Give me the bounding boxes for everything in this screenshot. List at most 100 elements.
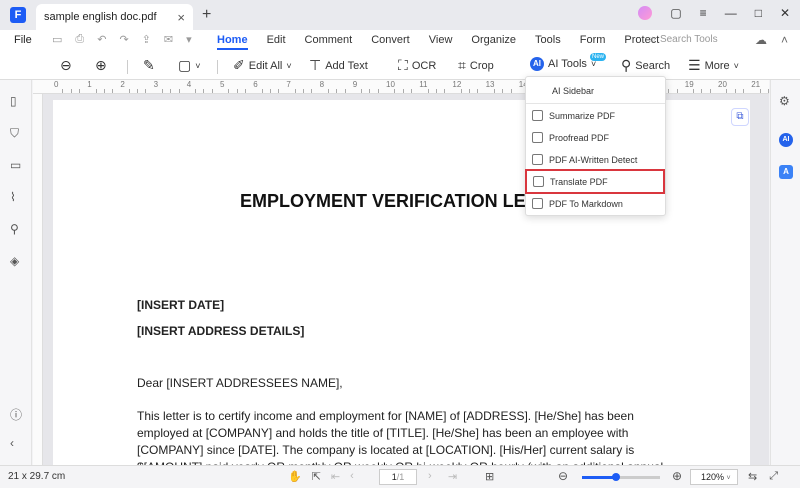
hand-tool-icon[interactable]: ✋ <box>288 470 302 483</box>
search-tools-input[interactable]: ☼ Search Tools <box>648 34 718 45</box>
close-window-button[interactable]: ✕ <box>780 6 790 20</box>
share-icon[interactable]: ⇪ <box>142 33 151 46</box>
page-thumbnail-icon[interactable]: ▯ <box>10 94 17 108</box>
upload-cloud-icon[interactable]: ☁ <box>755 33 767 47</box>
rectangle-icon: ▢ <box>178 57 192 73</box>
layers-icon[interactable]: ◈ <box>10 254 19 268</box>
menu-convert[interactable]: Convert <box>371 34 410 50</box>
more-button[interactable]: ☰ More ˅ <box>688 57 739 74</box>
ruler-minor-tick <box>112 89 114 93</box>
undo-icon[interactable]: ↶ <box>97 33 106 46</box>
menu-item-proofread-pdf[interactable]: Proofread PDF <box>526 127 665 148</box>
more-label: More <box>704 59 730 72</box>
menu-item-pdf-ai-written-detect[interactable]: PDF AI-Written Detect <box>526 149 665 170</box>
zoom-out-button[interactable]: ⊖ <box>60 57 72 74</box>
menu-file[interactable]: File <box>14 34 32 46</box>
ocr-button[interactable]: ⛶ OCR <box>398 57 436 74</box>
add-text-button[interactable]: ⊤ Add Text <box>309 57 368 74</box>
print-icon[interactable]: ⎙ <box>75 33 84 46</box>
bookmark-icon[interactable]: ⛉ <box>10 126 19 141</box>
menubar-right: ☁ ˄ <box>755 33 788 47</box>
menu-item-translate-pdf[interactable]: Translate PDF <box>525 169 665 194</box>
ruler-minor-tick <box>137 89 138 93</box>
dropdown-divider <box>526 103 665 104</box>
menu-form[interactable]: Form <box>580 34 606 50</box>
menu-item-ai-sidebar[interactable]: AI Sidebar <box>526 80 665 101</box>
ocr-icon: ⛶ <box>398 57 408 73</box>
menu-comment[interactable]: Comment <box>305 34 353 50</box>
ai-tools-button[interactable]: AI AI Tools ˅ <box>530 57 596 71</box>
properties-icon[interactable]: ⚙ <box>779 94 790 108</box>
translate-float-icon[interactable]: ⧉ <box>731 108 749 126</box>
close-tab-icon[interactable]: × <box>177 10 185 25</box>
new-tab-button[interactable]: + <box>202 6 211 24</box>
ruler-minor-tick <box>767 89 769 93</box>
zoom-slider[interactable] <box>582 473 660 481</box>
zoom-select[interactable]: 120% ˅ <box>690 469 738 485</box>
ruler-minor-tick <box>460 89 462 93</box>
menu-item-pdf-to-markdown[interactable]: PDF To Markdown <box>526 193 665 214</box>
app-logo-icon: F <box>10 7 26 23</box>
attachment-icon[interactable]: ⌇ <box>10 190 16 204</box>
highlight-button[interactable]: ✎ <box>143 57 155 74</box>
translate-icon[interactable]: A <box>779 165 793 179</box>
maximize-button[interactable]: □ <box>755 6 762 20</box>
search-button[interactable]: ⚲ Search <box>621 57 670 74</box>
help-icon[interactable]: ⓘ <box>10 406 22 423</box>
minimize-button[interactable]: — <box>725 6 737 20</box>
zoom-value: 120% <box>701 472 725 482</box>
email-icon[interactable]: ✉ <box>164 33 173 46</box>
menu-edit[interactable]: Edit <box>267 34 286 50</box>
shape-button[interactable]: ▢ ˅ <box>178 57 201 74</box>
prev-page-icon[interactable]: ‹ <box>350 470 354 483</box>
zoom-slider-handle[interactable] <box>611 473 620 481</box>
menu-icon[interactable]: ≡ <box>700 6 707 20</box>
left-sidebar: ▯ ⛉ ▭ ⌇ ⚲ ◈ ⓘ ‹ <box>0 80 32 465</box>
first-page-icon[interactable]: ⇤ <box>331 470 340 483</box>
search-icon[interactable]: ⚲ <box>10 222 19 236</box>
vertical-ruler <box>33 94 43 465</box>
dropdown-icon[interactable]: ▾ <box>186 33 192 46</box>
collapse-left-icon[interactable]: ‹ <box>10 436 14 450</box>
menu-item-summarize-pdf[interactable]: Summarize PDF <box>526 105 665 126</box>
menu-organize[interactable]: Organize <box>471 34 516 50</box>
last-page-icon[interactable]: ⇥ <box>448 470 457 483</box>
edit-all-button[interactable]: ✐ Edit All ˅ <box>233 57 292 74</box>
ruler-minor-tick <box>211 89 213 93</box>
page-number-input[interactable]: 1/1 <box>379 469 417 485</box>
chevron-down-icon: ˅ <box>195 60 201 71</box>
document-tab[interactable]: sample english doc.pdf × <box>36 4 193 30</box>
crop-button[interactable]: ⌗ Crop <box>458 57 494 74</box>
feedback-icon[interactable]: ▢ <box>670 6 681 20</box>
window-controls: ▢ ≡ — □ ✕ <box>638 6 790 20</box>
zoom-in-icon[interactable]: ⊕ <box>672 469 682 483</box>
ruler-minor-tick <box>402 89 404 93</box>
menu-tools[interactable]: Tools <box>535 34 561 50</box>
ai-sidebar-icon[interactable]: AI <box>779 133 793 147</box>
fullscreen-icon[interactable]: ⤢ <box>769 470 778 483</box>
zoom-in-button[interactable]: ⊕ <box>95 57 107 74</box>
ruler-label: 6 <box>253 80 258 89</box>
zoom-out-icon[interactable]: ⊖ <box>558 469 568 483</box>
ruler-minor-tick <box>161 89 163 93</box>
ruler-minor-tick <box>178 89 180 93</box>
menu-bar: File ▭ ⎙ ↶ ↷ ⇪ ✉ ▾ Home Edit Comment Conver… <box>0 30 800 52</box>
menu-item-label: PDF AI-Written Detect <box>549 154 638 165</box>
next-page-icon[interactable]: › <box>428 470 432 482</box>
save-icon[interactable]: ▭ <box>52 33 62 46</box>
quick-tools: ▭ ⎙ ↶ ↷ ⇪ ✉ ▾ <box>52 33 192 46</box>
ruler-minor-tick <box>311 89 313 93</box>
comment-icon[interactable]: ▭ <box>10 158 21 172</box>
menu-view[interactable]: View <box>429 34 453 50</box>
fit-width-icon[interactable]: ⇆ <box>748 470 757 483</box>
redo-icon[interactable]: ↷ <box>119 33 128 46</box>
ruler-minor-tick <box>709 89 711 93</box>
select-tool-icon[interactable]: ⇱ <box>312 470 321 483</box>
collapse-icon[interactable]: ˄ <box>781 33 788 47</box>
avatar[interactable] <box>638 6 653 20</box>
menu-home[interactable]: Home <box>217 34 248 50</box>
fit-page-icon[interactable]: ⊞ <box>485 470 494 483</box>
menu-item-label: Translate PDF <box>550 176 608 187</box>
ruler-label: 11 <box>419 80 428 89</box>
ai-detect-icon <box>532 154 543 165</box>
